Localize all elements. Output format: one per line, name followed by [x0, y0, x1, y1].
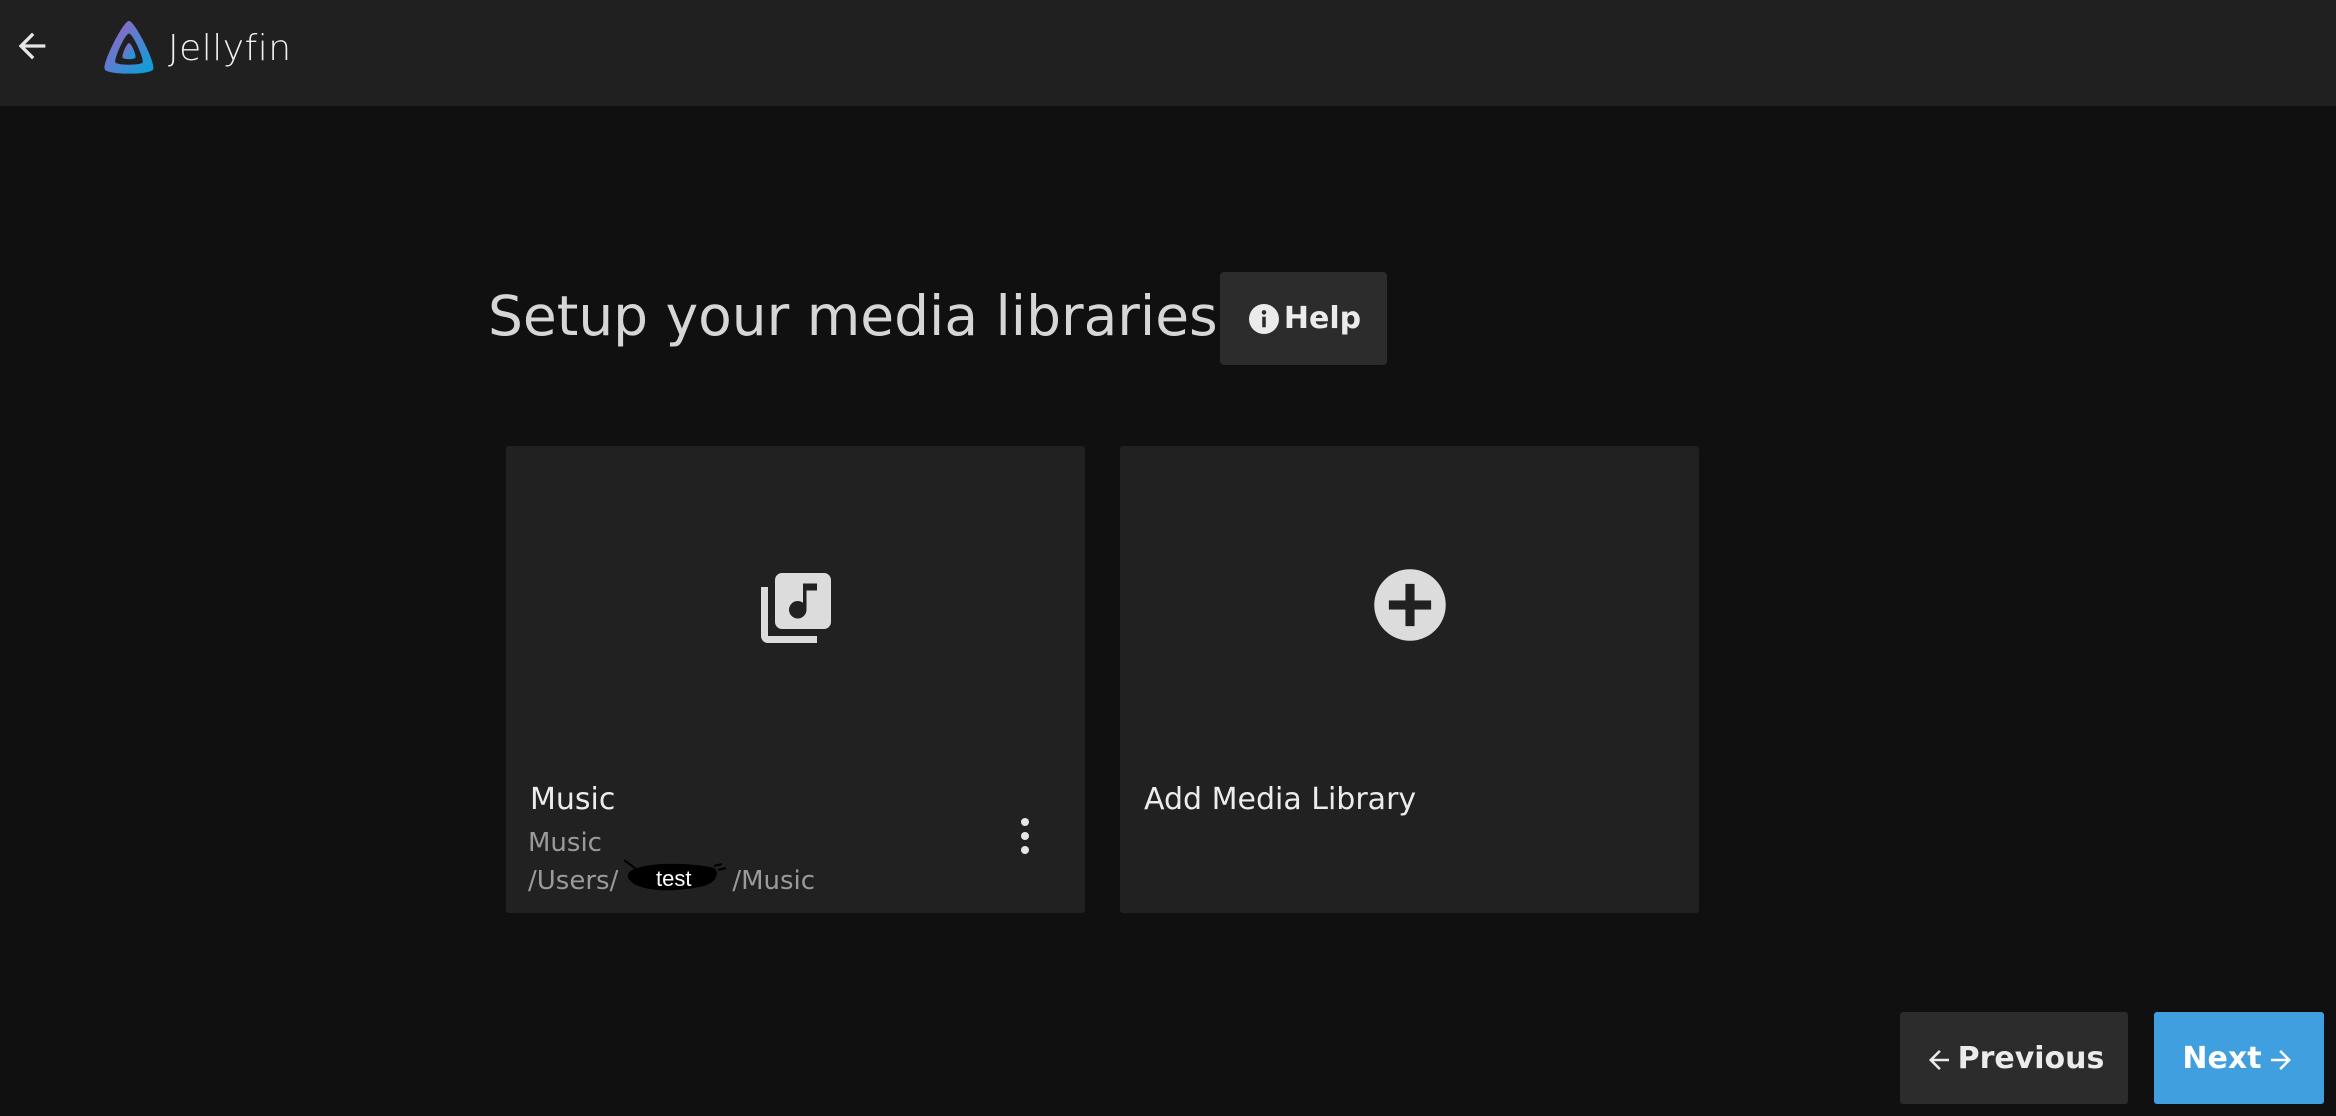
- library-type: Music: [528, 828, 602, 858]
- add-media-library-card[interactable]: Add Media Library: [1120, 446, 1699, 913]
- library-path-suffix: /Music: [732, 866, 816, 896]
- jellyfin-logo[interactable]: Jellyfin: [98, 16, 292, 80]
- help-button[interactable]: Help: [1220, 272, 1387, 365]
- card-icon-wrapper: [754, 566, 838, 654]
- music-library-icon: [760, 573, 831, 643]
- app-header: Jellyfin: [0, 0, 2336, 106]
- arrow-right-icon: [2270, 1050, 2291, 1070]
- more-vertical-icon: [1021, 818, 1029, 854]
- arrow-left-icon: [18, 32, 46, 60]
- library-path-prefix: /Users/: [528, 866, 619, 896]
- jellyfin-logo-icon: [104, 20, 154, 74]
- next-label: Next: [2182, 1040, 2262, 1076]
- previous-label: Previous: [1957, 1040, 2105, 1076]
- page-title: Setup your media libraries: [488, 284, 1218, 348]
- redaction-text: test: [656, 866, 692, 891]
- app-name: Jellyfin: [168, 27, 292, 69]
- previous-button[interactable]: Previous: [1900, 1012, 2128, 1104]
- next-button[interactable]: Next: [2154, 1012, 2324, 1104]
- card-icon-wrapper: [1371, 566, 1449, 648]
- add-circle-icon: [1373, 569, 1446, 641]
- add-library-label: Add Media Library: [1144, 782, 1417, 817]
- library-menu-button[interactable]: [1005, 808, 1045, 864]
- back-button[interactable]: [4, 14, 60, 78]
- info-circle-icon: [1248, 303, 1279, 334]
- arrow-left-icon: [1928, 1050, 1949, 1070]
- library-card-music[interactable]: Music Music /Users/ /Music: [506, 446, 1085, 913]
- library-name: Music: [530, 782, 616, 817]
- help-label: Help: [1283, 301, 1362, 336]
